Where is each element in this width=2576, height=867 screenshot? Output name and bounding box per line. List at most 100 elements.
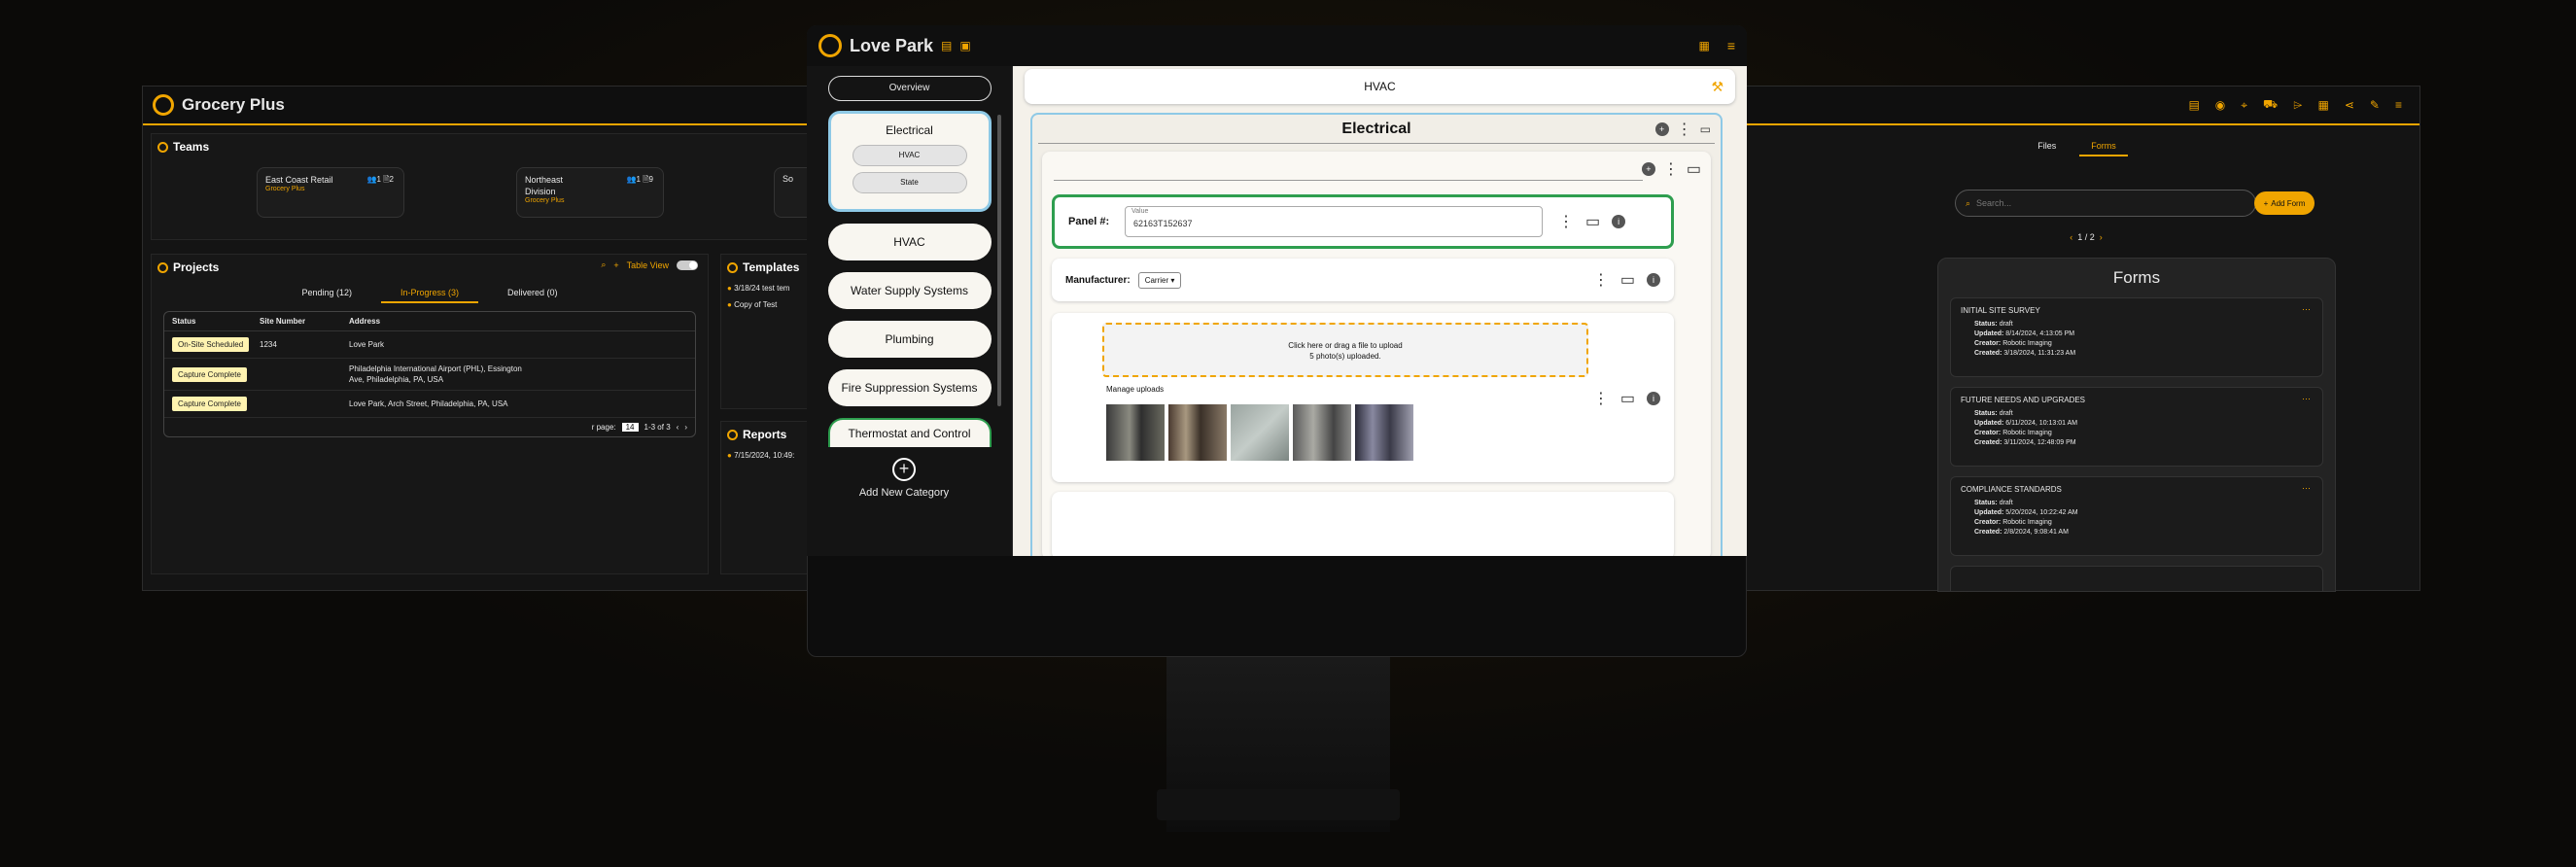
form-updated-value: 8/14/2024, 4:13:05 PM <box>2005 330 2075 337</box>
category-hvac[interactable]: HVAC <box>827 224 992 260</box>
org-title: Grocery Plus <box>182 95 285 114</box>
panel-value-input[interactable]: Value 62163T152637 <box>1125 206 1543 237</box>
search-icon[interactable]: ⌕ <box>601 260 606 270</box>
teams-title: Teams <box>152 134 813 159</box>
tab-pending[interactable]: Pending (12) <box>301 284 352 303</box>
document-icon[interactable]: ▤ <box>2188 98 2199 112</box>
add-icon[interactable]: + <box>613 260 618 270</box>
subcategory-chip[interactable]: State <box>852 172 967 193</box>
form-updated: Updated: 6/11/2024, 10:13:01 AM <box>1974 419 2313 429</box>
form-created: Created: 2/8/2024, 9:08:41 AM <box>1974 528 2313 538</box>
report-item[interactable]: ● 7/15/2024, 10:49: <box>721 447 817 464</box>
table-row[interactable]: Capture Complete Philadelphia Internatio… <box>164 359 695 391</box>
share-icon[interactable]: ⋖ <box>2345 98 2354 112</box>
tab-forms[interactable]: Forms <box>2079 137 2128 156</box>
add-form-button[interactable]: + Add Form <box>2254 191 2315 215</box>
main-content: HVAC ⚒ Electrical + ⋮ ▭ + ⋮ ▭ Panel #: V… <box>1013 66 1747 556</box>
photo-thumbnail[interactable] <box>1293 404 1351 461</box>
more-icon[interactable]: ⋯ <box>2302 483 2311 494</box>
info-icon[interactable]: i <box>1647 273 1660 287</box>
more-icon[interactable]: ⋮ <box>1677 120 1692 139</box>
rows-per-page-select[interactable]: 14 <box>621 423 639 432</box>
manufacturer-select[interactable]: Carrier ▾ <box>1137 271 1182 289</box>
menu-icon[interactable]: ≡ <box>2395 98 2402 112</box>
category-fire-suppression[interactable]: Fire Suppression Systems <box>827 369 992 406</box>
subcategory-chip[interactable]: HVAC <box>852 145 967 166</box>
more-icon[interactable]: ⋮ <box>1663 159 1679 179</box>
photo-thumbnail[interactable] <box>1231 404 1289 461</box>
edit-icon[interactable]: ✎ <box>2370 98 2380 112</box>
forms-search-input[interactable]: ⌕ Search... <box>1955 190 2256 217</box>
subsection-actions: + ⋮ ▭ <box>1641 159 1701 179</box>
team-card[interactable]: East Coast Retail Grocery Plus 👥1 🗎2 <box>257 167 404 218</box>
add-category-label[interactable]: Add New Category <box>807 487 1001 499</box>
projects-panel: Projects ⌕ + Table View Pending (12) In-… <box>151 254 709 574</box>
calendar-icon[interactable]: ▦ <box>1698 39 1709 52</box>
more-icon[interactable]: ⋯ <box>2302 304 2311 315</box>
menu-icon[interactable]: ≡ <box>1727 38 1735 53</box>
comment-icon[interactable]: ▭ <box>1585 212 1600 231</box>
prev-page-icon[interactable]: ‹ <box>677 423 679 432</box>
vehicle-icon[interactable]: ⛟ <box>2263 97 2278 113</box>
forms-list-panel: Forms INITIAL SITE SURVEY ⋯ Status: draft U… <box>1937 258 2336 592</box>
add-icon[interactable]: + <box>1654 121 1669 136</box>
form-creator: Creator: Robotic Imaging <box>1974 429 2313 438</box>
next-page-icon[interactable]: › <box>684 423 687 432</box>
comment-icon[interactable]: ▭ <box>1620 389 1635 408</box>
tools-icon[interactable]: ⚒ <box>1711 79 1723 95</box>
tab-in-progress[interactable]: In-Progress (3) <box>380 284 479 303</box>
form-status: Status: draft <box>1974 320 2313 329</box>
info-icon[interactable]: i <box>1612 215 1626 228</box>
form-card[interactable] <box>1950 566 2323 591</box>
comment-icon[interactable]: ▭ <box>1620 270 1635 290</box>
category-plumbing[interactable]: Plumbing <box>827 321 992 358</box>
add-category-icon[interactable]: + <box>892 458 916 481</box>
next-page-icon[interactable]: › <box>2100 232 2103 242</box>
tag-icon[interactable]: ⌲ <box>2293 98 2302 113</box>
template-item[interactable]: ● Copy of Test <box>721 296 817 313</box>
gallery-icon[interactable]: ▣ <box>959 39 970 52</box>
more-icon[interactable]: ⋯ <box>2302 394 2311 404</box>
photo-thumbnail[interactable] <box>1168 404 1227 461</box>
photo-thumbnail[interactable] <box>1106 404 1165 461</box>
column-site-number: Site Number <box>260 317 306 326</box>
more-icon[interactable]: ⋮ <box>1593 270 1609 290</box>
team-name: East Coast Retail <box>265 175 333 185</box>
form-card[interactable]: COMPLIANCE STANDARDS ⋯ Status: draft Update… <box>1950 476 2323 556</box>
tab-files[interactable]: Files <box>2037 137 2056 156</box>
compass-icon[interactable]: ◉ <box>2215 98 2225 112</box>
table-row[interactable]: Capture Complete Love Park, Arch Street,… <box>164 391 695 418</box>
form-status-value: draft <box>1999 321 2013 328</box>
comment-icon[interactable]: ▭ <box>1687 159 1701 179</box>
section-ring-icon <box>157 141 168 153</box>
more-icon[interactable]: ⋮ <box>1558 212 1574 231</box>
add-icon[interactable]: + <box>1641 162 1655 176</box>
manage-uploads-link[interactable]: Manage uploads <box>1106 385 1164 394</box>
overview-button[interactable]: Overview <box>827 76 992 101</box>
file-upload-dropzone[interactable]: Click here or drag a file to upload 5 ph… <box>1102 323 1588 377</box>
clipboard-icon[interactable]: ▤ <box>941 39 952 52</box>
category-thermostat[interactable]: Thermostat and Control <box>827 418 992 447</box>
upload-instruction: Click here or drag a file to upload <box>1288 341 1403 350</box>
electrical-category-card[interactable]: Electrical HVAC State <box>827 111 992 212</box>
form-card[interactable]: INITIAL SITE SURVEY ⋯ Status: draft Updated… <box>1950 297 2323 377</box>
template-item[interactable]: ● 3/18/24 test tem <box>721 280 817 296</box>
comment-icon[interactable]: ▭ <box>1700 122 1711 136</box>
more-icon[interactable]: ⋮ <box>1593 389 1609 408</box>
form-card[interactable]: FUTURE NEEDS AND UPGRADES ⋯ Status: draft U… <box>1950 387 2323 467</box>
sidebar-scrollbar[interactable] <box>997 115 1001 406</box>
prev-page-icon[interactable]: ‹ <box>2070 232 2072 242</box>
photo-thumbnail[interactable] <box>1355 404 1413 461</box>
pin-icon[interactable]: ⌖ <box>2241 98 2247 113</box>
calendar-icon[interactable]: ▦ <box>2318 98 2329 112</box>
category-water-supply[interactable]: Water Supply Systems <box>827 272 992 309</box>
tab-delivered[interactable]: Delivered (0) <box>507 284 558 303</box>
team-counts: 👥1 🗎9 <box>626 175 653 184</box>
form-title: FUTURE NEEDS AND UPGRADES <box>1961 396 2086 404</box>
table-view-toggle[interactable] <box>677 260 698 270</box>
info-icon[interactable]: i <box>1647 392 1660 405</box>
table-row[interactable]: On-Site Scheduled 1234 Love Park <box>164 331 695 359</box>
table-view-label: Table View <box>626 260 669 270</box>
section-header: Electrical + ⋮ ▭ <box>1038 115 1715 144</box>
team-card[interactable]: Northeast Division Grocery Plus 👥1 🗎9 <box>516 167 664 218</box>
